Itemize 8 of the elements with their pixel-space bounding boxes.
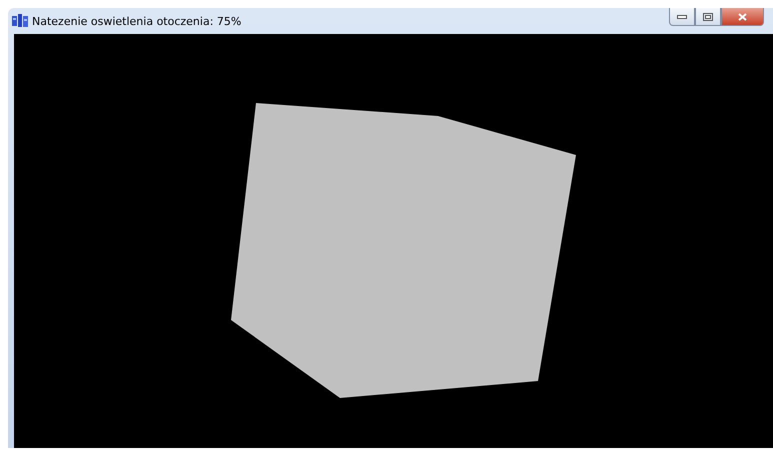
minimize-icon (677, 14, 687, 18)
maximize-button[interactable] (695, 8, 721, 26)
close-button[interactable] (721, 8, 764, 26)
app-icon (12, 14, 28, 28)
minimize-button[interactable] (669, 8, 695, 26)
close-icon (738, 12, 747, 20)
maximize-icon (703, 12, 713, 20)
window-title: Natezenie oswietlenia otoczenia: 75% (32, 14, 242, 28)
